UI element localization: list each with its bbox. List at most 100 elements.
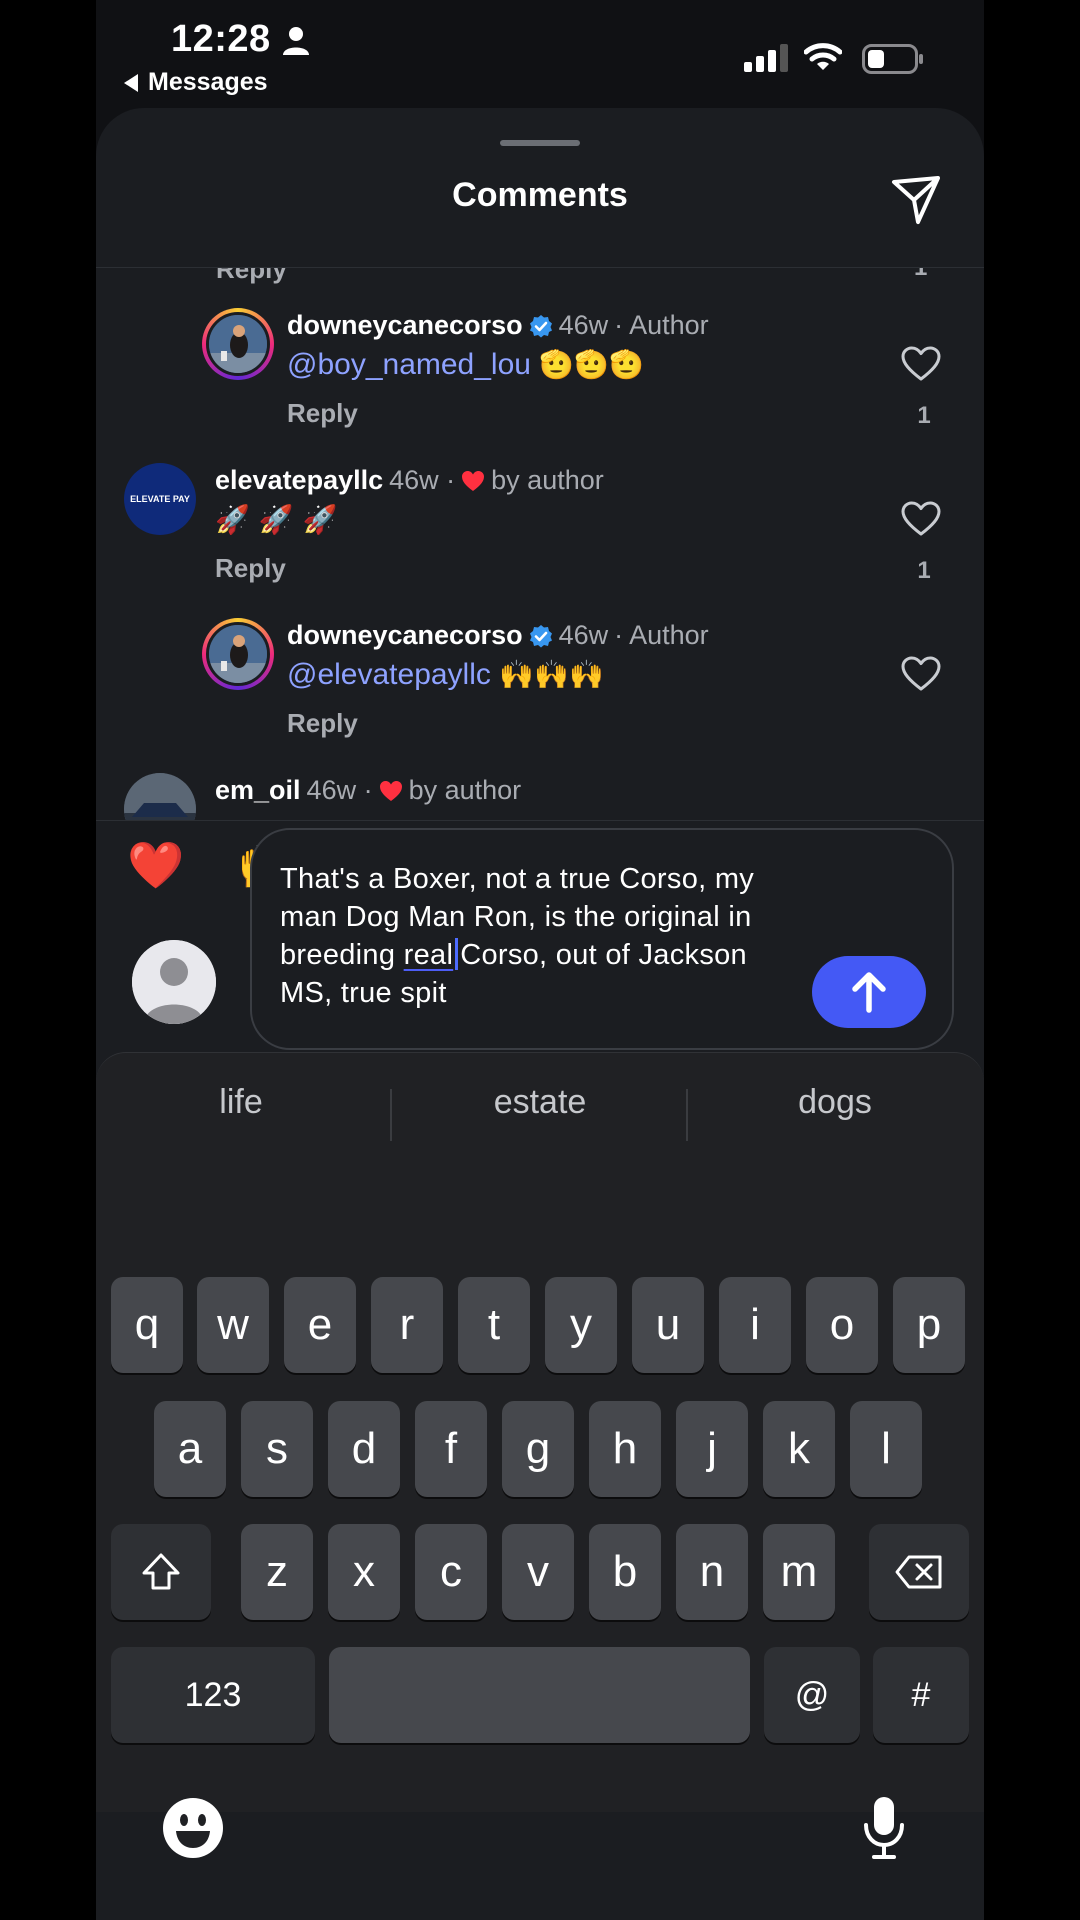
liked-by-author-label: by author [491, 465, 604, 495]
author-tag: · Author [614, 620, 709, 650]
author-tag: · Author [614, 310, 709, 340]
comment-time: 46w [558, 620, 609, 650]
delete-icon [895, 1555, 942, 1589]
verified-icon [529, 314, 552, 337]
key-d[interactable]: d [328, 1401, 400, 1497]
comment-time: 46w · [306, 775, 373, 805]
sheet-title: Comments [452, 176, 628, 214]
comment-text: @boy_named_lou 🫡🫡🫡 [287, 348, 644, 382]
key-a[interactable]: a [154, 1401, 226, 1497]
key-y[interactable]: y [545, 1277, 617, 1373]
key-p[interactable]: p [893, 1277, 965, 1373]
key-v[interactable]: v [502, 1524, 574, 1620]
key-u[interactable]: u [632, 1277, 704, 1373]
key-z[interactable]: z [241, 1524, 313, 1620]
keyboard: life estate dogs q w e r t y u i o p a s… [96, 1052, 984, 1859]
shift-key[interactable] [111, 1524, 211, 1620]
reply-button[interactable]: Reply [215, 553, 286, 584]
like-count: 1 [917, 402, 931, 429]
comment-input-text[interactable]: That's a Boxer, not a true Corso, my man… [280, 860, 800, 1012]
like-count: 1 [917, 557, 931, 584]
avatar[interactable] [124, 773, 196, 820]
comment-text: 🚀 🚀 🚀 [215, 503, 337, 537]
space-key[interactable] [329, 1647, 750, 1743]
comment-item: downeycanecorso 46w · Author @elevatepay… [96, 618, 984, 738]
heart-icon[interactable] [901, 346, 941, 382]
avatar[interactable]: ELEVATE PAY [124, 463, 196, 535]
emoji-icon[interactable] [161, 1796, 225, 1860]
key-n[interactable]: n [676, 1524, 748, 1620]
suggestion-2[interactable]: estate [395, 1083, 685, 1122]
send-button[interactable] [812, 956, 926, 1028]
comment-time: 46w [558, 310, 609, 340]
key-x[interactable]: x [328, 1524, 400, 1620]
at-key[interactable]: @ [764, 1647, 860, 1743]
reaction-heart[interactable]: ❤️ [126, 836, 186, 896]
heart-icon[interactable] [901, 656, 941, 692]
comment-input[interactable]: That's a Boxer, not a true Corso, my man… [250, 828, 954, 1050]
comment-item: em_oil 46w · by author [96, 773, 984, 820]
heart-icon [379, 780, 402, 801]
back-label: Messages [148, 68, 268, 96]
key-q[interactable]: q [111, 1277, 183, 1373]
comment-username[interactable]: downeycanecorso [287, 620, 523, 651]
key-m[interactable]: m [763, 1524, 835, 1620]
suggestion-1[interactable]: life [96, 1083, 386, 1122]
suggestion-divider [686, 1089, 688, 1141]
key-i[interactable]: i [719, 1277, 791, 1373]
autocorrect-word[interactable]: real [404, 939, 454, 971]
my-avatar [132, 940, 216, 1024]
key-t[interactable]: t [458, 1277, 530, 1373]
avatar[interactable] [202, 308, 274, 380]
key-g[interactable]: g [502, 1401, 574, 1497]
avatar[interactable] [202, 618, 274, 690]
comment-text: @elevatepayllc 🙌🙌🙌 [287, 658, 604, 692]
numbers-key[interactable]: 123 [111, 1647, 315, 1743]
signal-icon [744, 44, 788, 72]
key-s[interactable]: s [241, 1401, 313, 1497]
text-caret [455, 938, 459, 970]
suggestion-3[interactable]: dogs [690, 1083, 980, 1122]
delete-key[interactable] [869, 1524, 969, 1620]
key-r[interactable]: r [371, 1277, 443, 1373]
key-f[interactable]: f [415, 1401, 487, 1497]
shift-icon [142, 1553, 180, 1590]
comment-mention[interactable]: @elevatepayllc [287, 658, 491, 691]
key-b[interactable]: b [589, 1524, 661, 1620]
comment-emojis: 🙌🙌🙌 [499, 658, 604, 691]
sheet-grabber[interactable] [500, 140, 580, 146]
avatar-logo-text: ELEVATE PAY [130, 493, 190, 504]
comment-username[interactable]: elevatepayllc [215, 465, 383, 496]
comments-list[interactable]: Reply 1 downeycanec [96, 268, 984, 820]
comment-header: downeycanecorso 46w · Author [287, 620, 709, 651]
verified-icon [529, 624, 552, 647]
reply-button[interactable]: Reply [287, 398, 358, 429]
heart-icon[interactable] [901, 501, 941, 537]
send-arrow-icon [852, 972, 886, 1013]
key-o[interactable]: o [806, 1277, 878, 1373]
comment-username[interactable]: downeycanecorso [287, 310, 523, 341]
comment-mention[interactable]: @boy_named_lou [287, 348, 531, 381]
key-e[interactable]: e [284, 1277, 356, 1373]
hash-key[interactable]: # [873, 1647, 969, 1743]
reply-button[interactable]: Reply [287, 708, 358, 739]
comment-item: downeycanecorso 46w · Author @boy_named_… [96, 308, 984, 429]
key-w[interactable]: w [197, 1277, 269, 1373]
suggestion-divider [390, 1089, 392, 1141]
key-k[interactable]: k [763, 1401, 835, 1497]
comment-username[interactable]: em_oil [215, 775, 301, 806]
back-to-messages-link[interactable]: Messages [124, 68, 268, 97]
phone-screen: 12:28 Messages Comments Reply downeycane… [96, 0, 984, 1920]
key-c[interactable]: c [415, 1524, 487, 1620]
comment-emojis: 🚀 🚀 🚀 [215, 503, 338, 536]
battery-icon [862, 44, 923, 74]
car-avatar-image [124, 773, 196, 820]
predictive-bar: life estate dogs [96, 1053, 984, 1163]
mic-icon[interactable] [862, 1795, 906, 1861]
reply-button[interactable]: Reply [216, 268, 287, 285]
key-h[interactable]: h [589, 1401, 661, 1497]
key-j[interactable]: j [676, 1401, 748, 1497]
key-l[interactable]: l [850, 1401, 922, 1497]
dog-avatar-image [209, 625, 267, 683]
share-icon[interactable] [888, 172, 944, 228]
